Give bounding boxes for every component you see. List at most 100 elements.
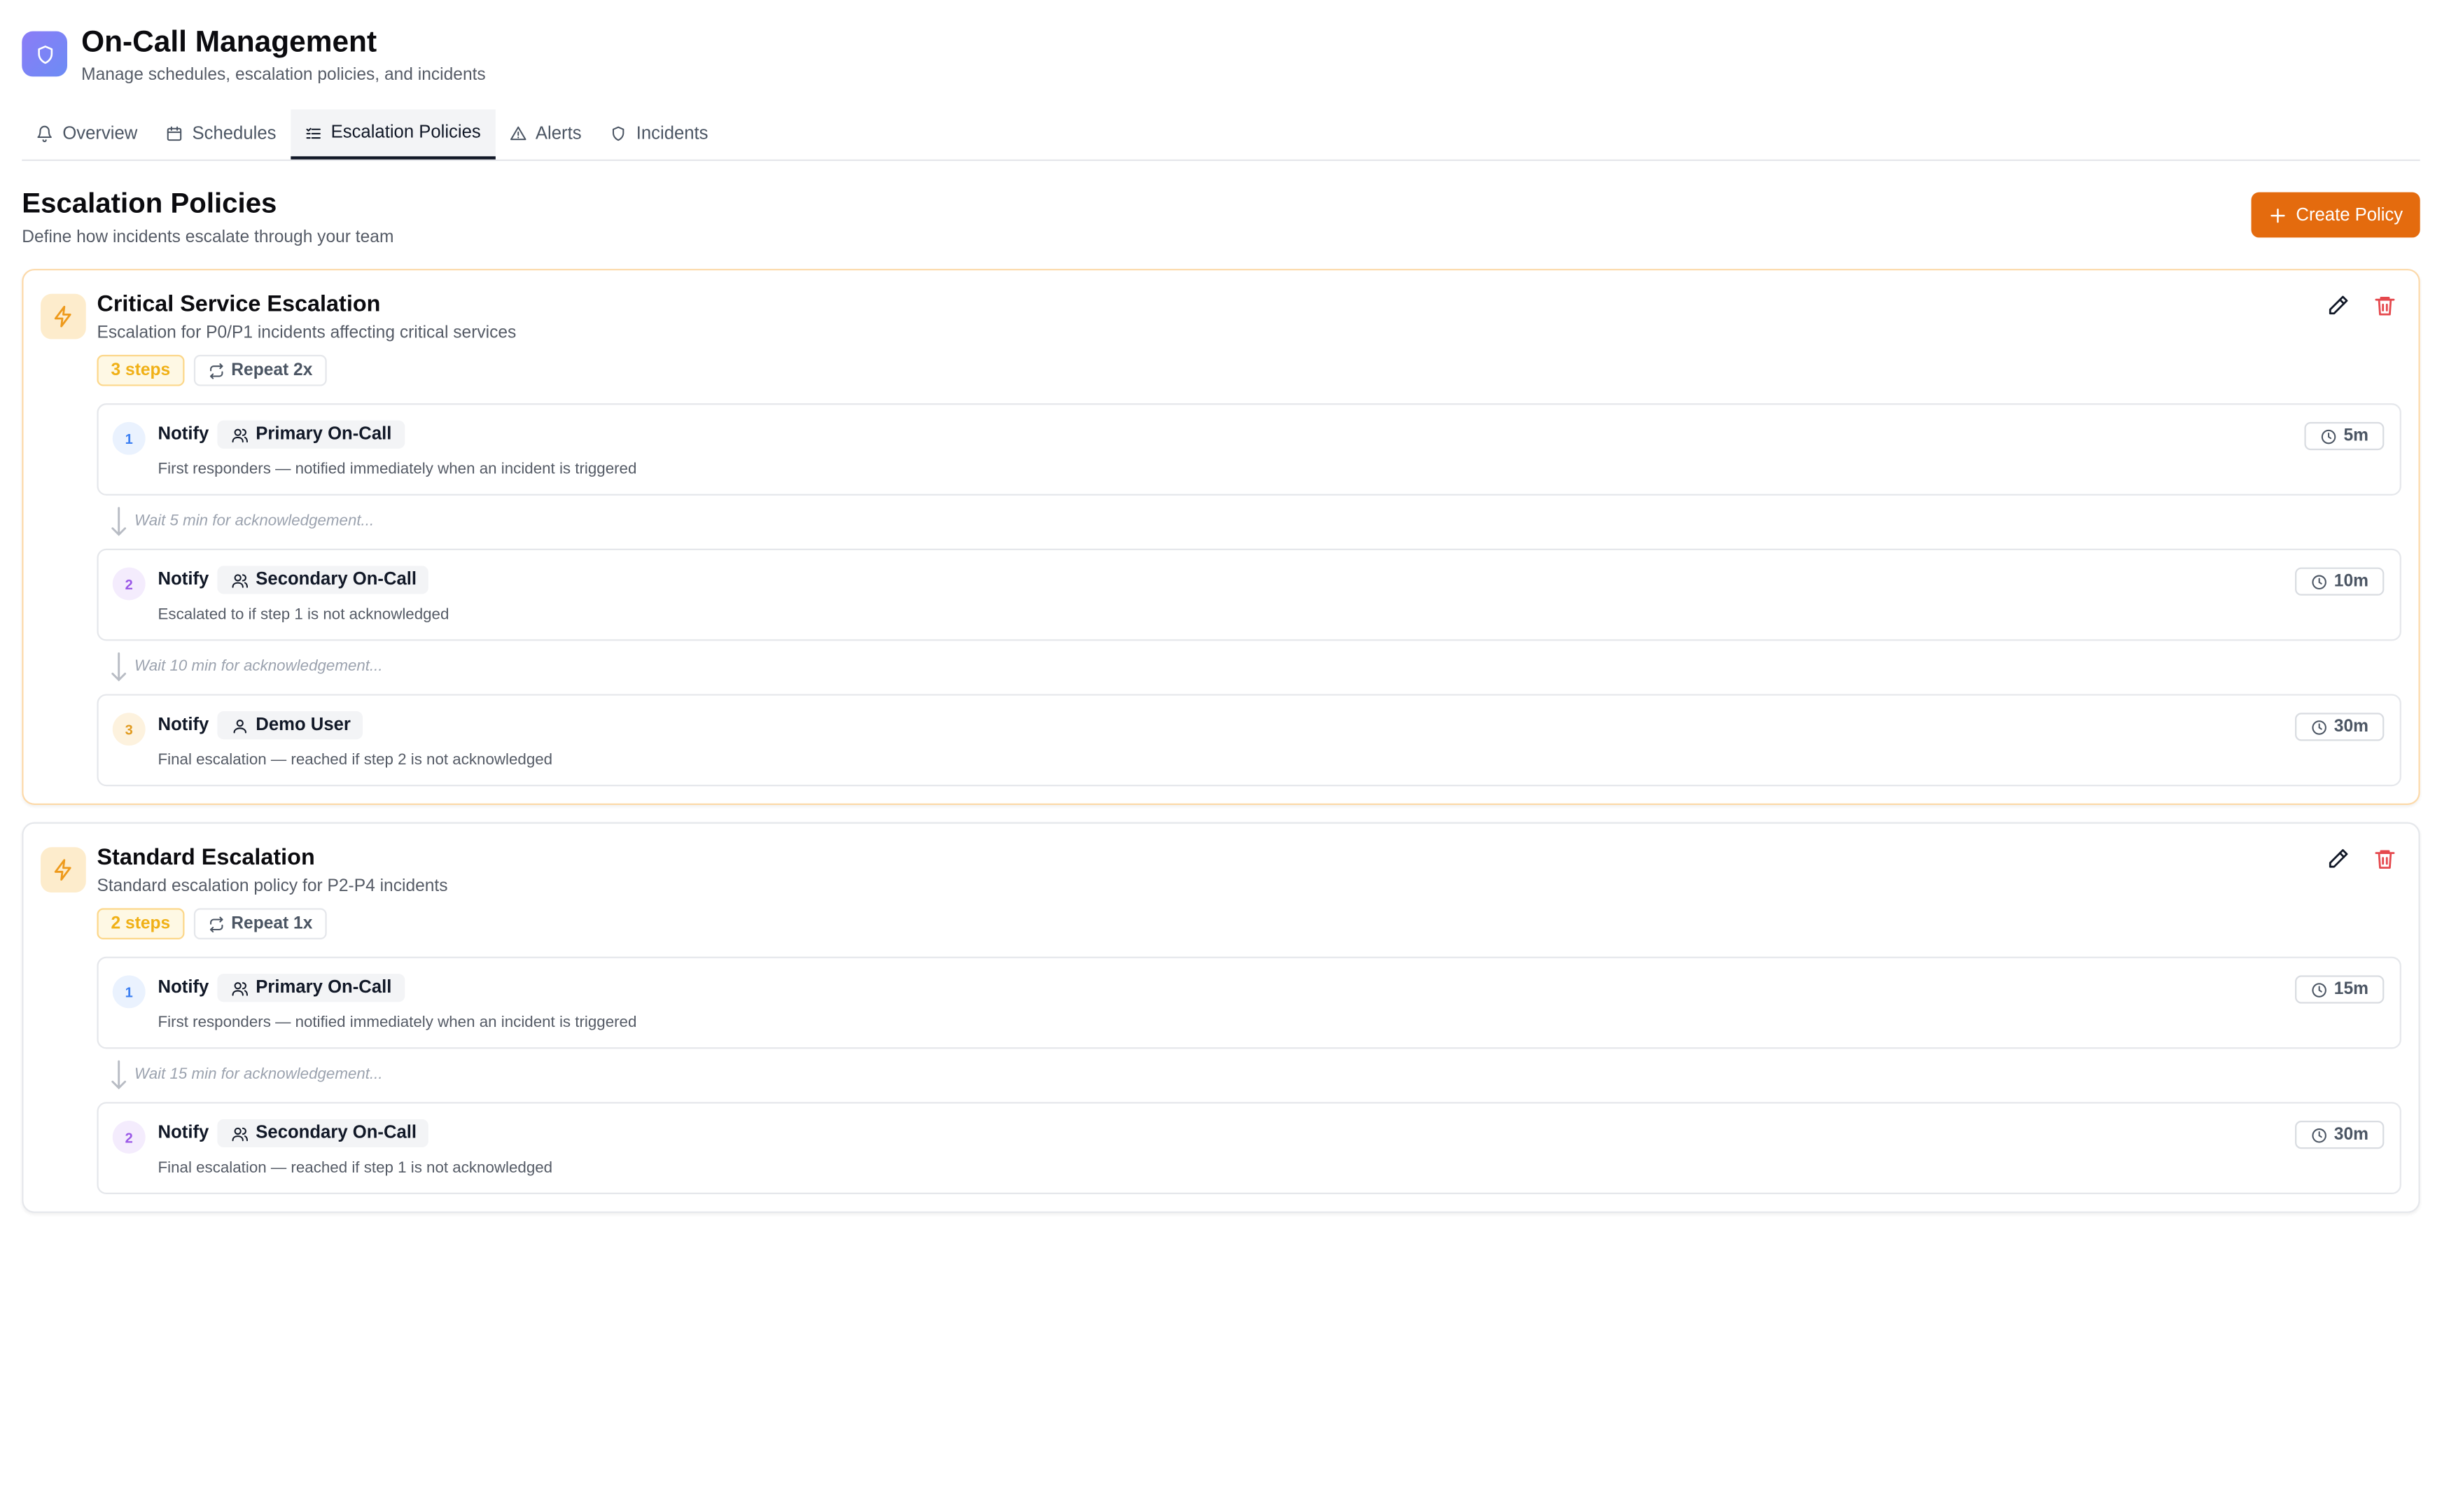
clock-icon <box>2312 1127 2326 1142</box>
shield-icon <box>612 126 625 141</box>
timeout-label: 30m <box>2333 717 2368 736</box>
target-label: Primary On-Call <box>256 978 392 997</box>
delete-button[interactable] <box>2371 293 2398 319</box>
trash-icon <box>2375 850 2395 869</box>
lightning-icon <box>41 847 86 893</box>
timeout-label: 5m <box>2343 426 2368 446</box>
clock-icon <box>2322 428 2336 444</box>
wait-connector: Wait 15 min for acknowledgement... <box>97 1049 2401 1102</box>
target-chip: Secondary On-Call <box>216 566 429 594</box>
clock-icon <box>2312 982 2326 997</box>
step-description: Escalated to if step 1 is not acknowledg… <box>158 606 449 624</box>
step-action: Notify <box>158 715 209 735</box>
target-label: Primary On-Call <box>256 425 392 444</box>
timeout-chip: 30m <box>2294 713 2385 741</box>
tab-label: Alerts <box>535 124 582 144</box>
wait-text: Wait 5 min for acknowledgement... <box>134 512 375 530</box>
create-policy-label: Create Policy <box>2296 205 2403 225</box>
policy-card: Critical Service Escalation Escalation f… <box>22 269 2420 805</box>
escalation-step: 3 Notify Demo User Final escalation — re… <box>97 694 2401 787</box>
step-action: Notify <box>158 570 209 589</box>
timeout-chip: 15m <box>2294 975 2385 1004</box>
tab-label: Escalation Policies <box>330 123 481 143</box>
target-label: Demo User <box>256 715 351 735</box>
target-chip: Secondary On-Call <box>216 1119 429 1148</box>
policy-name: Standard Escalation <box>97 846 315 871</box>
wait-text: Wait 10 min for acknowledgement... <box>134 658 383 676</box>
pencil-icon <box>2329 849 2348 868</box>
escalation-step: 1 Notify Primary On-Call First responder… <box>97 403 2401 496</box>
step-action: Notify <box>158 1124 209 1143</box>
arrow-down-icon <box>111 652 127 682</box>
list-icon <box>305 127 321 138</box>
step-action: Notify <box>158 425 209 444</box>
arrow-down-icon <box>111 1060 127 1090</box>
calendar-icon <box>167 126 182 141</box>
app-title: On-Call Management <box>81 26 377 59</box>
section-header: Escalation Policies Define how incidents… <box>22 188 2420 247</box>
tab-schedules[interactable]: Schedules <box>151 109 290 158</box>
tab-escalation-policies[interactable]: Escalation Policies <box>290 109 495 160</box>
step-action: Notify <box>158 978 209 997</box>
step-number: 3 <box>112 713 146 746</box>
repeat-label: Repeat 1x <box>231 914 313 934</box>
tab-bar: Overview Schedules Escalation Policies A… <box>22 109 2420 161</box>
target-chip: Primary On-Call <box>216 420 405 449</box>
timeout-label: 30m <box>2333 1125 2368 1144</box>
policy-description: Standard escalation policy for P2-P4 inc… <box>97 876 448 896</box>
target-label: Secondary On-Call <box>256 1124 417 1143</box>
step-number: 2 <box>112 1121 146 1154</box>
plus-icon <box>2270 207 2284 223</box>
step-description: First responders — notified immediately … <box>158 1014 637 1032</box>
tab-incidents[interactable]: Incidents <box>596 109 723 158</box>
wait-text: Wait 15 min for acknowledgement... <box>134 1065 383 1084</box>
repeat-label: Repeat 2x <box>231 360 313 380</box>
trash-icon <box>2375 296 2395 316</box>
target-label: Secondary On-Call <box>256 570 417 589</box>
user-icon <box>232 718 246 733</box>
clock-icon <box>2312 720 2326 734</box>
policy-name: Critical Service Escalation <box>97 292 381 318</box>
repeat-badge: Repeat 1x <box>193 908 327 940</box>
bell-icon <box>37 125 52 143</box>
escalation-step: 1 Notify Primary On-Call First responder… <box>97 956 2401 1049</box>
step-number: 2 <box>112 567 146 601</box>
tab-label: Overview <box>62 124 138 144</box>
edit-button[interactable] <box>2324 846 2351 872</box>
timeout-chip: 30m <box>2294 1121 2385 1149</box>
step-number: 1 <box>112 975 146 1009</box>
steps-badge: 2 steps <box>97 908 185 940</box>
delete-button[interactable] <box>2371 846 2398 872</box>
policy-card: Standard Escalation Standard escalation … <box>22 822 2420 1213</box>
edit-button[interactable] <box>2324 293 2351 319</box>
step-description: Final escalation — reached if step 1 is … <box>158 1159 553 1177</box>
repeat-icon <box>209 362 223 379</box>
create-policy-button[interactable]: Create Policy <box>2250 192 2420 238</box>
tab-alerts[interactable]: Alerts <box>495 109 596 158</box>
warning-icon <box>509 126 526 141</box>
target-chip: Demo User <box>216 711 363 740</box>
steps-badge: 3 steps <box>97 354 185 386</box>
escalation-step: 2 Notify Secondary On-Call Final escalat… <box>97 1102 2401 1195</box>
pencil-icon <box>2329 295 2348 315</box>
users-icon <box>231 981 248 995</box>
clock-icon <box>2312 574 2326 589</box>
tab-overview[interactable]: Overview <box>22 109 151 158</box>
lightning-icon <box>41 293 86 340</box>
tab-label: Incidents <box>636 124 709 144</box>
step-description: First responders — notified immediately … <box>158 461 637 479</box>
timeout-label: 10m <box>2333 572 2368 592</box>
target-chip: Primary On-Call <box>216 974 405 1002</box>
users-icon <box>231 573 248 587</box>
page-subtitle: Define how incidents escalate through yo… <box>22 228 394 247</box>
shield-icon <box>22 31 68 77</box>
timeout-chip: 5m <box>2304 421 2385 451</box>
escalation-step: 2 Notify Secondary On-Call Escalated to … <box>97 548 2401 641</box>
arrow-down-icon <box>111 507 127 536</box>
wait-connector: Wait 10 min for acknowledgement... <box>97 641 2401 694</box>
tab-label: Schedules <box>192 124 277 144</box>
timeout-label: 15m <box>2333 980 2368 999</box>
policy-description: Escalation for P0/P1 incidents affecting… <box>97 323 517 343</box>
repeat-icon <box>209 916 223 932</box>
timeout-chip: 10m <box>2294 567 2385 596</box>
